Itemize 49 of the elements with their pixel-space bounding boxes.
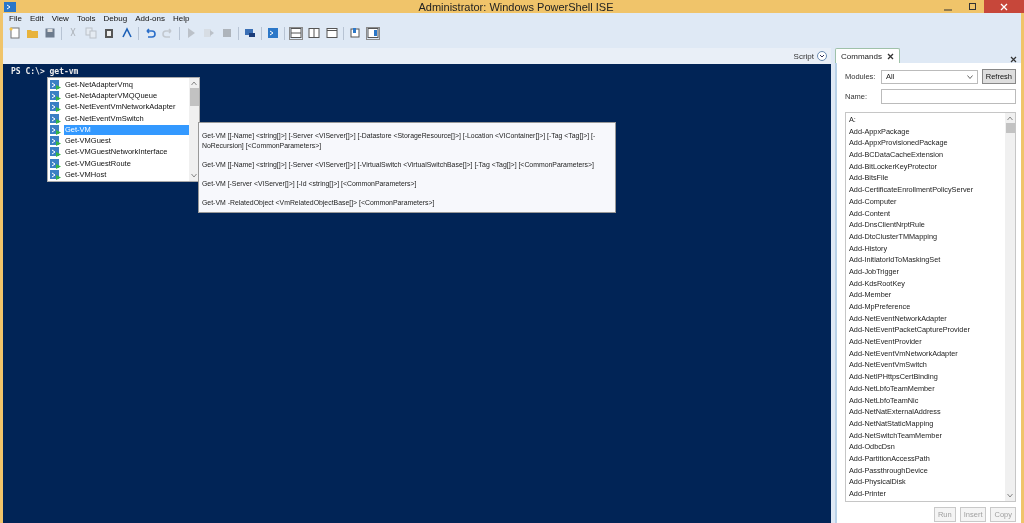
- pane-right-icon[interactable]: [308, 27, 320, 39]
- menu-item[interactable]: Tools: [72, 14, 100, 23]
- cmdlet-icon: [50, 124, 61, 135]
- cmdlet-icon: [50, 102, 61, 113]
- script-pane-label: Script: [793, 51, 814, 61]
- app-icon: [4, 1, 16, 12]
- window-title: Administrator: Windows PowerShell ISE: [417, 0, 615, 13]
- close-button[interactable]: [984, 0, 1024, 13]
- clipboard-icon[interactable]: [103, 27, 115, 39]
- cmdlet-icon: [50, 113, 61, 124]
- powershell-icon[interactable]: [267, 27, 279, 39]
- cmdlet-icon: [50, 90, 61, 101]
- scroll-thumb[interactable]: [189, 88, 199, 106]
- expand-icon[interactable]: [817, 51, 827, 61]
- pane-maximize-icon[interactable]: [326, 27, 338, 39]
- menu-item[interactable]: Add-ons: [131, 14, 169, 23]
- name-field[interactable]: [881, 89, 1016, 104]
- pane-top-icon[interactable]: [290, 27, 302, 39]
- menu-item[interactable]: View: [47, 14, 73, 23]
- cmdlet-icon: [50, 158, 61, 169]
- scroll-down-icon[interactable]: [1007, 492, 1013, 498]
- close-icon[interactable]: [886, 52, 894, 60]
- scroll-thumb[interactable]: [1005, 123, 1015, 133]
- undo-icon[interactable]: [144, 27, 156, 39]
- scrollbar[interactable]: [1005, 113, 1015, 501]
- console-prompt-line: PS C:\> get-vm: [11, 67, 80, 76]
- menu-item[interactable]: Help: [168, 14, 194, 23]
- menu-item[interactable]: Debug: [99, 14, 132, 23]
- close-icon[interactable]: [1010, 56, 1017, 63]
- new-file-icon[interactable]: [8, 27, 20, 39]
- scroll-down-icon[interactable]: [191, 173, 197, 178]
- remote-tab-icon[interactable]: [244, 27, 256, 39]
- cmdlet-icon: [50, 147, 61, 158]
- save-icon[interactable]: [44, 27, 56, 39]
- cmdlet-icon: [50, 79, 61, 90]
- scrollbar[interactable]: [189, 78, 199, 181]
- command-pane-icon[interactable]: [367, 27, 379, 39]
- cmdlet-icon: [50, 170, 61, 180]
- chevron-down-icon[interactable]: [966, 74, 973, 79]
- maximize-icon[interactable]: [968, 2, 976, 11]
- menu-item[interactable]: File: [5, 14, 26, 23]
- cmdlet-icon: [50, 136, 61, 147]
- commands-tab[interactable]: Commands: [835, 48, 900, 63]
- addon-tool-icon[interactable]: [349, 27, 361, 39]
- console-pane[interactable]: [3, 64, 831, 523]
- tab-label: Commands: [841, 51, 882, 61]
- menu-item[interactable]: Edit: [25, 14, 48, 23]
- scroll-up-icon[interactable]: [191, 81, 197, 86]
- scroll-up-icon[interactable]: [1007, 116, 1013, 121]
